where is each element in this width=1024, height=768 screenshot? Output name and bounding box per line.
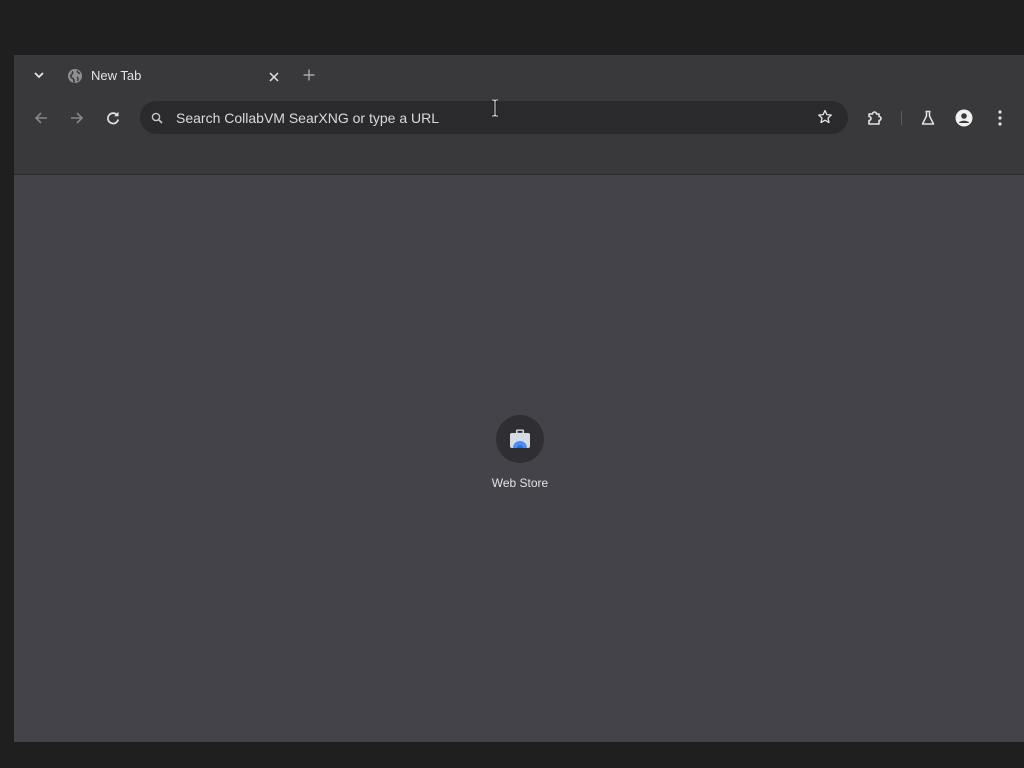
reload-icon bbox=[106, 111, 120, 125]
kebab-menu-icon bbox=[998, 110, 1002, 126]
back-button[interactable] bbox=[28, 105, 54, 131]
bookmarks-bar bbox=[14, 140, 1024, 175]
globe-icon bbox=[66, 67, 84, 85]
flask-icon bbox=[920, 110, 936, 126]
browser-window: New Tab Search CollabVM SearXNG or type … bbox=[14, 55, 1024, 742]
new-tab-button[interactable] bbox=[298, 64, 320, 86]
shortcut-label: Web Store bbox=[491, 476, 549, 490]
web-store-icon bbox=[509, 429, 531, 449]
person-icon bbox=[955, 109, 973, 127]
tab-search-button[interactable] bbox=[28, 64, 50, 86]
desktop-background: New Tab Search CollabVM SearXNG or type … bbox=[0, 0, 1024, 768]
chevron-down-icon bbox=[33, 69, 45, 81]
search-icon bbox=[147, 108, 166, 127]
close-icon bbox=[269, 72, 279, 82]
tab-title: New Tab bbox=[91, 68, 142, 83]
plus-icon bbox=[303, 69, 315, 81]
tab-strip: New Tab bbox=[14, 55, 1024, 95]
arrow-right-icon bbox=[70, 111, 84, 125]
chrome-menu-button[interactable] bbox=[987, 105, 1013, 131]
puzzle-icon bbox=[866, 109, 884, 127]
toolbar bbox=[14, 95, 1024, 140]
star-outline-icon bbox=[817, 109, 833, 125]
arrow-left-icon bbox=[34, 111, 48, 125]
toolbar-divider bbox=[901, 111, 902, 125]
new-tab-page: Web Store bbox=[14, 176, 1024, 742]
shortcut-web-store[interactable]: Web Store bbox=[480, 413, 560, 499]
omnibox-input[interactable] bbox=[176, 107, 796, 128]
reload-button[interactable] bbox=[100, 105, 126, 131]
extensions-button[interactable] bbox=[862, 105, 888, 131]
close-tab-button[interactable] bbox=[263, 66, 285, 88]
bookmark-star-button[interactable] bbox=[814, 106, 836, 128]
shortcut-tile bbox=[496, 415, 544, 463]
forward-button[interactable] bbox=[64, 105, 90, 131]
profile-button[interactable] bbox=[951, 105, 977, 131]
i-beam-cursor-icon bbox=[490, 99, 500, 117]
labs-button[interactable] bbox=[915, 105, 941, 131]
tab-new-tab[interactable]: New Tab bbox=[58, 61, 290, 95]
